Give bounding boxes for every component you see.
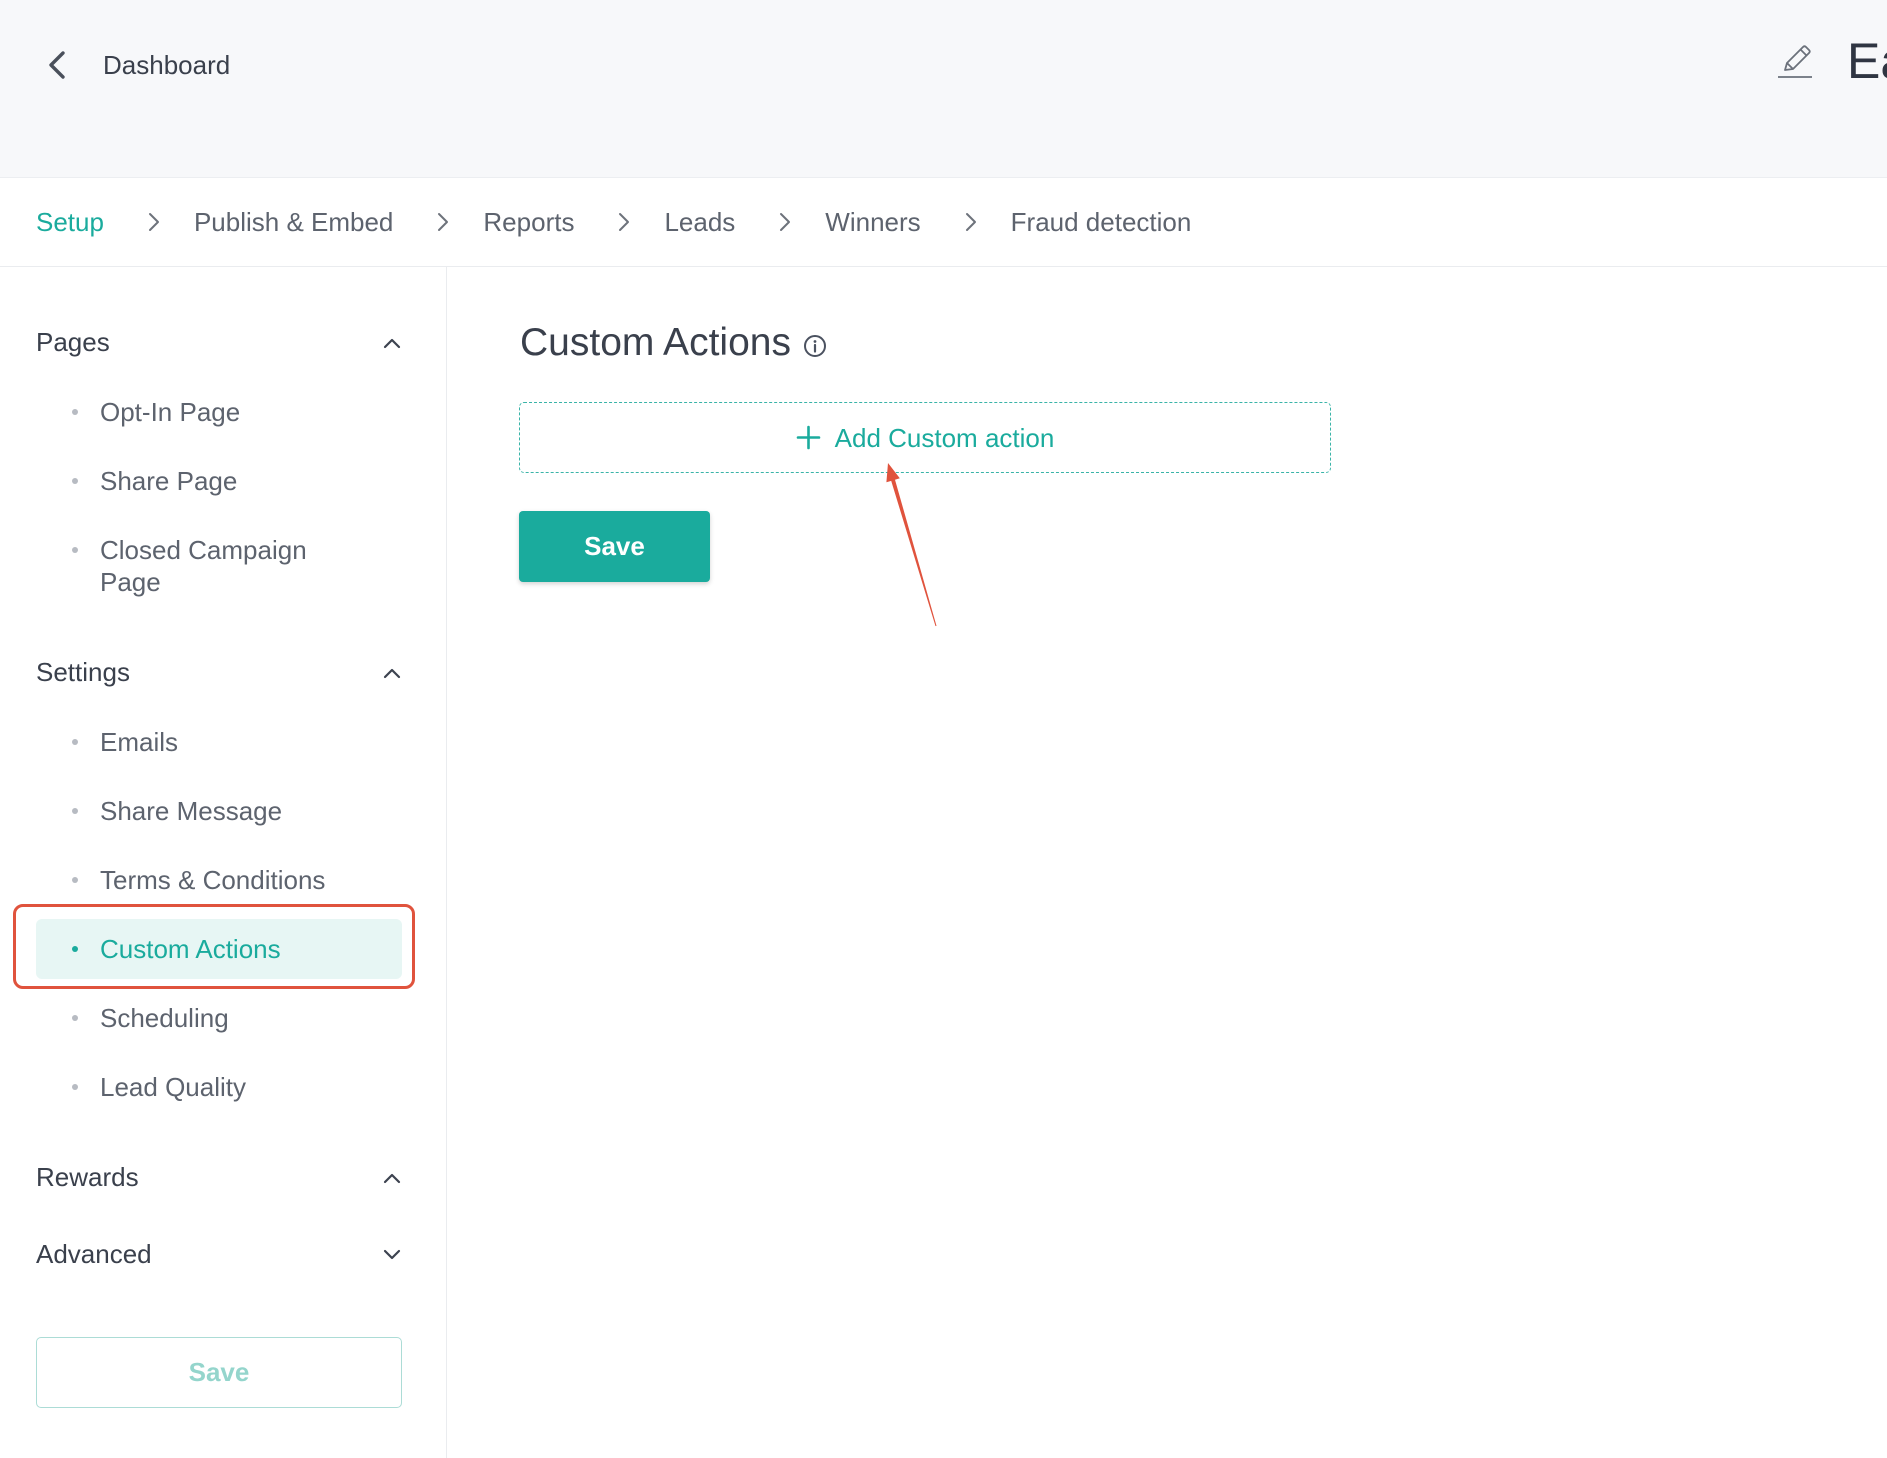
section-header-pages[interactable]: Pages	[0, 308, 446, 377]
back-label[interactable]: Dashboard	[103, 45, 230, 85]
sidebar-item-label: Lead Quality	[100, 1071, 246, 1102]
plus-icon	[796, 425, 821, 450]
sidebar-item-scheduling[interactable]: Scheduling	[0, 983, 446, 1052]
chevron-left-icon[interactable]	[46, 50, 68, 80]
pencil-edit-icon[interactable]	[1776, 43, 1814, 79]
bullet-dot-icon	[72, 546, 78, 553]
add-custom-action-label: Add Custom action	[834, 422, 1055, 453]
setup-sidebar: Pages Opt-In Page Share Page Closed Camp…	[0, 267, 447, 1458]
campaign-title[interactable]: Ea	[1847, 30, 1887, 92]
sidebar-item-terms-conditions[interactable]: Terms & Conditions	[0, 845, 446, 914]
tab-leads[interactable]: Leads	[664, 205, 735, 239]
sidebar-item-body[interactable]: Lead Quality	[36, 1057, 402, 1117]
chevron-up-icon[interactable]	[383, 1172, 401, 1184]
chevron-right-icon	[965, 212, 977, 232]
bullet-dot-icon	[72, 738, 78, 745]
sidebar-section-settings: Settings Emails Share Message Terms & Co…	[0, 638, 446, 1135]
bullet-dot-icon	[72, 1083, 78, 1090]
sidebar-item-body[interactable]: Opt-In Page	[36, 382, 402, 442]
section-title: Rewards	[36, 1162, 139, 1192]
sidebar-section-pages: Pages Opt-In Page Share Page Closed Camp…	[0, 308, 446, 630]
sidebar-item-lead-quality[interactable]: Lead Quality	[0, 1052, 446, 1121]
sidebar-item-label: Scheduling	[100, 1002, 229, 1033]
bullet-dot-icon	[72, 477, 78, 484]
bullet-dot-icon	[72, 945, 78, 952]
tab-setup[interactable]: Setup	[36, 205, 104, 239]
bullet-dot-icon	[72, 807, 78, 814]
sidebar-item-share-message[interactable]: Share Message	[0, 776, 446, 845]
tab-winners[interactable]: Winners	[825, 205, 920, 239]
bullet-dot-icon	[72, 408, 78, 415]
page-title-row: Custom Actions	[520, 319, 827, 367]
save-button[interactable]: Save	[519, 511, 710, 582]
add-custom-action-button[interactable]: Add Custom action	[519, 402, 1331, 473]
page-title: Custom Actions	[520, 321, 791, 364]
bullet-dot-icon	[72, 876, 78, 883]
sidebar-item-label: Opt-In Page	[100, 396, 241, 427]
info-icon[interactable]	[803, 334, 827, 358]
sidebar-item-label: Share Message	[100, 795, 283, 826]
tab-reports[interactable]: Reports	[483, 205, 574, 239]
sidebar-item-share-page[interactable]: Share Page	[0, 446, 446, 515]
chevron-up-icon[interactable]	[383, 667, 401, 679]
back-to-dashboard-link[interactable]: Dashboard	[46, 45, 230, 85]
section-title: Advanced	[36, 1239, 152, 1269]
sidebar-save-button[interactable]: Save	[36, 1337, 402, 1408]
chevron-right-icon	[779, 212, 791, 232]
sidebar-item-body[interactable]: Share Page	[36, 451, 402, 511]
sidebar-item-emails[interactable]: Emails	[0, 707, 446, 776]
sidebar-item-body[interactable]: Custom Actions	[36, 918, 402, 979]
sidebar-item-custom-actions[interactable]: Custom Actions	[0, 914, 446, 983]
section-title: Pages	[36, 327, 110, 357]
section-title: Settings	[36, 657, 130, 687]
section-header-rewards[interactable]: Rewards	[0, 1143, 446, 1212]
sidebar-item-label: Closed Campaign Page	[100, 534, 307, 597]
section-header-advanced[interactable]: Advanced	[0, 1220, 446, 1289]
sidebar-section-advanced: Advanced	[0, 1220, 446, 1289]
sidebar-item-closed-campaign-page[interactable]: Closed Campaign Page	[0, 515, 446, 616]
sidebar-item-body[interactable]: Share Message	[36, 781, 402, 841]
sidebar-section-rewards: Rewards	[0, 1143, 446, 1212]
chevron-up-icon[interactable]	[383, 337, 401, 349]
tab-fraud-detection[interactable]: Fraud detection	[1011, 205, 1192, 239]
sidebar-item-body[interactable]: Closed Campaign Page	[36, 520, 402, 612]
section-items: Opt-In Page Share Page Closed Campaign P…	[0, 377, 446, 630]
chevron-right-icon	[437, 212, 449, 232]
sidebar-item-body[interactable]: Scheduling	[36, 988, 402, 1048]
sidebar-item-label: Terms & Conditions	[100, 864, 326, 895]
sidebar-item-label: Share Page	[100, 465, 238, 496]
sidebar-item-label: Custom Actions	[100, 933, 281, 964]
bullet-dot-icon	[72, 1014, 78, 1021]
chevron-down-icon[interactable]	[383, 1249, 401, 1261]
campaign-steps-nav: Setup Publish & Embed Reports Leads Winn…	[0, 178, 1887, 267]
sidebar-item-opt-in-page[interactable]: Opt-In Page	[0, 377, 446, 446]
chevron-right-icon	[148, 212, 160, 232]
sidebar-item-body[interactable]: Terms & Conditions	[36, 850, 402, 910]
sidebar-item-body[interactable]: Emails	[36, 712, 402, 772]
top-header: Dashboard Ea	[0, 0, 1887, 178]
sidebar-item-label: Emails	[100, 726, 179, 757]
section-items: Emails Share Message Terms & Conditions …	[0, 707, 446, 1135]
section-header-settings[interactable]: Settings	[0, 638, 446, 707]
chevron-right-icon	[618, 212, 630, 232]
tab-publish-embed[interactable]: Publish & Embed	[194, 205, 393, 239]
